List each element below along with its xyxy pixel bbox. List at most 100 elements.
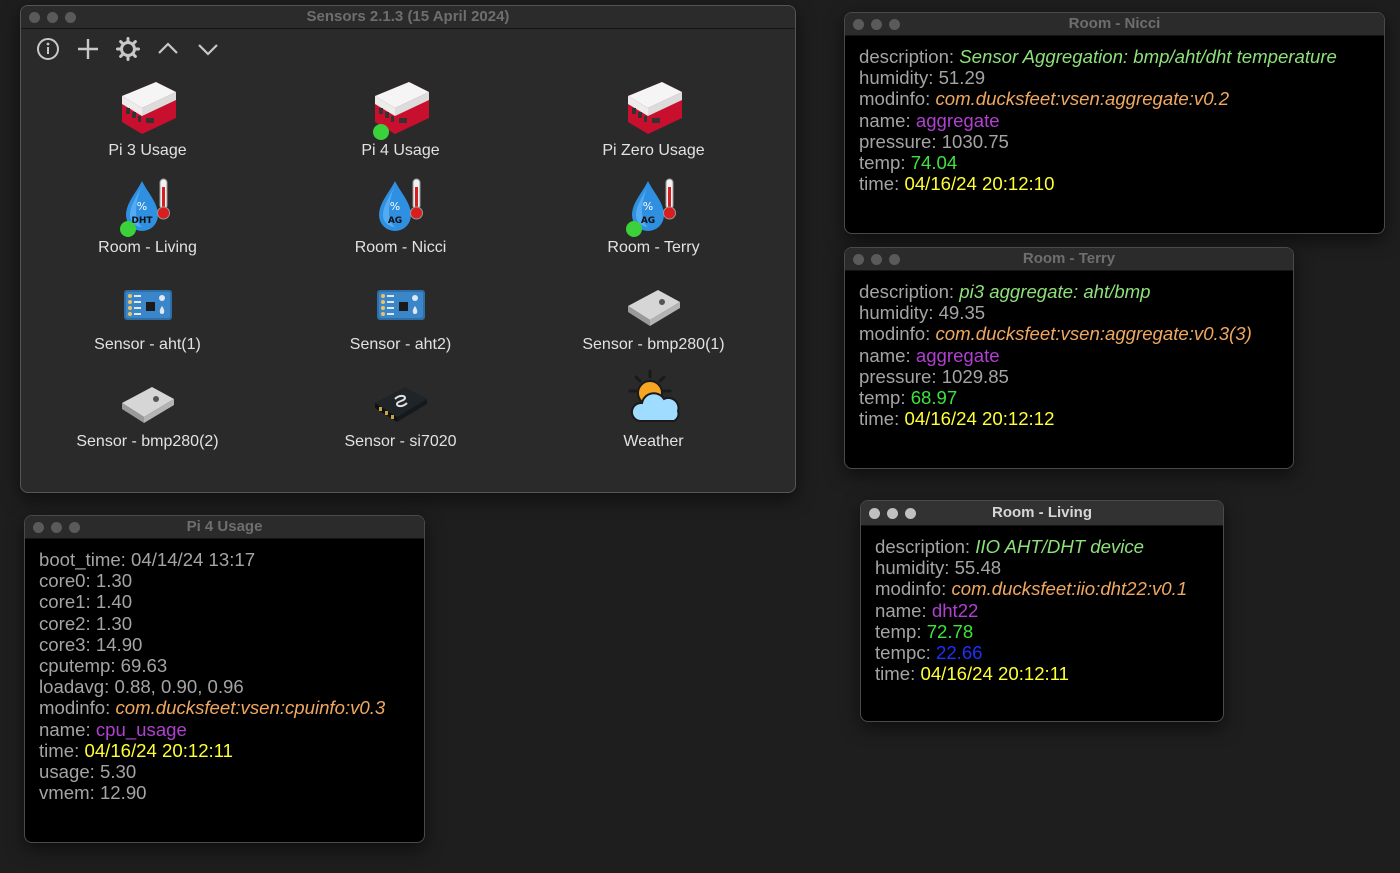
room-nicci-body: description: Sensor Aggregation: bmp/aht… (845, 36, 1384, 204)
minimize-button[interactable] (871, 253, 882, 265)
minimize-button[interactable] (51, 521, 62, 533)
sensor-item-label: Sensor - si7020 (344, 433, 457, 450)
main-window-titlebar[interactable]: Sensors 2.1.3 (15 April 2024) (21, 6, 795, 29)
zoom-button[interactable] (905, 507, 916, 519)
pressure-row: pressure: 1030.75 (859, 131, 1370, 152)
usage-value: 5.30 (100, 761, 137, 783)
name-row: name: aggregate (859, 345, 1279, 366)
zoom-button[interactable] (69, 521, 80, 533)
sensor-item[interactable]: % DHT Room - Living (21, 175, 274, 272)
settings-button[interactable] (115, 36, 141, 62)
name-row: name: cpu_usage (39, 719, 410, 740)
svg-text:AG: AG (387, 216, 401, 226)
zoom-button[interactable] (65, 11, 76, 23)
humidity-row: humidity: 55.48 (875, 557, 1209, 578)
name-value: cpu_usage (95, 718, 187, 740)
zoom-button[interactable] (889, 253, 900, 265)
minimize-button[interactable] (871, 18, 882, 30)
description-value: Sensor Aggregation: bmp/aht/dht temperat… (959, 46, 1337, 67)
boot-time-key: boot_time (39, 549, 121, 570)
close-button[interactable] (853, 18, 864, 30)
sensor-item[interactable]: Pi 4 Usage (274, 78, 527, 175)
minimize-button[interactable] (47, 11, 58, 23)
separator: : (905, 344, 916, 366)
active-status-dot (372, 124, 389, 140)
sensor-item[interactable]: Sensor - aht2) (274, 272, 527, 369)
separator: : (105, 697, 116, 719)
sensor-item[interactable]: Sensor - bmp280(1) (527, 272, 780, 369)
usage-key: usage (39, 761, 90, 783)
pi4-usage-title: Pi 4 Usage (186, 518, 263, 535)
sensor-item[interactable]: % AG Room - Nicci (274, 175, 527, 272)
window-controls (29, 6, 76, 28)
sensor-board-icon (116, 272, 180, 334)
move-down-button[interactable] (195, 36, 221, 62)
sensor-item-label: Pi 4 Usage (361, 142, 440, 159)
sensor-item-label: Weather (623, 433, 684, 450)
sensor-item[interactable]: Pi 3 Usage (21, 78, 274, 175)
modinfo-value: com.ducksfeet:vsen:aggregate:v0.3(3) (935, 323, 1252, 345)
sensor-item[interactable]: Pi Zero Usage (527, 78, 780, 175)
loadavg-value: 0.88, 0.90, 0.96 (114, 676, 244, 698)
move-up-button[interactable] (155, 36, 181, 62)
description-key: description (875, 536, 965, 557)
core0-value: 1.30 (95, 570, 133, 592)
room-terry-titlebar[interactable]: Room - Terry (845, 248, 1293, 271)
modinfo-key: modinfo (859, 88, 926, 110)
room-terry-body: description: pi3 aggregate: aht/bmp humi… (845, 271, 1293, 439)
sensor-item-label: Room - Living (98, 239, 197, 256)
description-row: description: IIO AHT/DHT device (875, 536, 1209, 557)
temp-value: 68.97 (910, 387, 958, 409)
plus-icon (78, 39, 98, 59)
info-button[interactable] (35, 36, 61, 62)
room-nicci-titlebar[interactable]: Room - Nicci (845, 13, 1384, 36)
close-button[interactable] (33, 521, 44, 533)
cputemp-row: cputemp: 69.63 (39, 655, 410, 676)
sensor-item[interactable]: Sensor - bmp280(2) (21, 369, 274, 466)
core3-value: 14.90 (95, 633, 143, 655)
zoom-button[interactable] (889, 18, 900, 30)
sensor-item[interactable]: Sensor - aht(1) (21, 272, 274, 369)
bmp280-chip-icon (622, 272, 686, 334)
pi4-usage-titlebar[interactable]: Pi 4 Usage (25, 516, 424, 539)
loadavg-key: loadavg (39, 676, 105, 698)
separator: : (964, 536, 976, 557)
modinfo-row: modinfo: com.ducksfeet:iio:dht22:v0.1 (875, 578, 1209, 599)
sensor-item-label: Sensor - bmp280(1) (582, 336, 725, 353)
close-button[interactable] (869, 507, 880, 519)
room-living-titlebar[interactable]: Room - Living (861, 501, 1223, 526)
separator: : (85, 633, 96, 655)
core1-key: core1 (39, 591, 86, 613)
separator: : (900, 387, 911, 409)
add-button[interactable] (75, 36, 101, 62)
modinfo-key: modinfo (875, 578, 942, 600)
boot-time-row: boot_time: 04/14/24 13:17 (39, 549, 410, 570)
sensor-item[interactable]: Weather (527, 369, 780, 466)
time-row: time: 04/16/24 20:12:11 (39, 740, 410, 761)
name-key: name (875, 599, 922, 621)
time-key: time (875, 663, 911, 685)
separator: : (925, 323, 936, 345)
sensor-item[interactable]: % AG Room - Terry (527, 175, 780, 272)
room-living-window: Room - Living description: IIO AHT/DHT d… (860, 500, 1224, 722)
room-nicci-window: Room - Nicci description: Sensor Aggrega… (844, 12, 1385, 234)
close-button[interactable] (29, 11, 40, 23)
name-value: aggregate (915, 344, 1000, 366)
sensor-item[interactable]: Sensor - si7020 (274, 369, 527, 466)
time-value: 04/16/24 20:12:11 (84, 739, 234, 761)
temp-value: 72.78 (926, 620, 974, 642)
separator: : (944, 557, 955, 579)
pressure-key: pressure (859, 130, 932, 152)
svg-text:%: % (642, 200, 652, 213)
separator: : (948, 46, 960, 67)
core2-key: core2 (39, 612, 86, 634)
close-button[interactable] (853, 253, 864, 265)
description-row: description: pi3 aggregate: aht/bmp (859, 281, 1279, 302)
info-icon (37, 38, 59, 60)
minimize-button[interactable] (887, 507, 898, 519)
separator: : (894, 173, 905, 195)
temp-row: temp: 68.97 (859, 387, 1279, 408)
separator: : (916, 620, 927, 642)
description-value: pi3 aggregate: aht/bmp (959, 281, 1151, 302)
vmem-row: vmem: 12.90 (39, 782, 410, 803)
